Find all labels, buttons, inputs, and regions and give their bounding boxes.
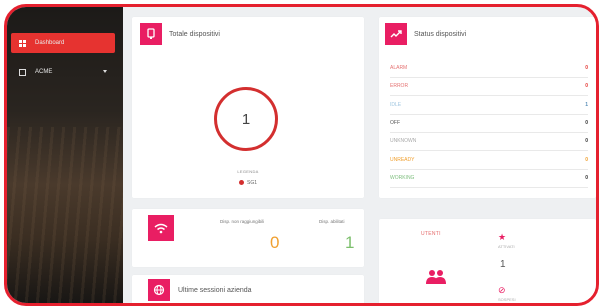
device-icon — [140, 23, 162, 45]
status-row-off: OFF 0 — [390, 114, 588, 133]
users-title: UTENTI — [421, 231, 441, 237]
devices-count-circle: 1 — [214, 87, 278, 151]
legend-item-label: SG1 — [246, 180, 257, 186]
active-users-value: 1 — [500, 259, 506, 270]
status-row-working: WORKING 0 — [390, 169, 588, 188]
status-label: IDLE — [390, 101, 402, 108]
sidebar-item-label: Dashboard — [35, 40, 65, 46]
devices-count: 1 — [241, 110, 251, 128]
status-label: OFF — [390, 119, 400, 126]
users-card: UTENTI ★ ATTIVATI 1 ⊘ SOSPESI — [379, 219, 596, 303]
status-row-alarm: ALARM 0 — [390, 59, 588, 78]
status-row-unready: UNREADY 0 — [390, 151, 588, 170]
status-row-idle: IDLE 1 — [390, 96, 588, 115]
sidebar-item-label: ACME — [35, 69, 53, 75]
chevron-down-icon — [103, 70, 107, 73]
status-value: 1 — [585, 101, 588, 108]
enabled-label: Disp. abilitati — [319, 219, 345, 224]
card-title: Ultime sessioni azienda — [178, 287, 252, 294]
active-users-label: ATTIVATI — [498, 244, 515, 249]
status-value: 0 — [585, 138, 588, 145]
building-icon — [19, 68, 26, 76]
total-devices-card: Totale dispositivi 1 LEGENDA SG1 — [132, 17, 364, 198]
status-value: 0 — [585, 65, 588, 71]
card-title: Totale dispositivi — [169, 31, 220, 38]
unreachable-value: 0 — [270, 233, 280, 252]
sidebar-item-acme[interactable]: ACME — [11, 62, 115, 82]
users-icon — [426, 270, 446, 284]
trending-up-icon — [385, 23, 407, 45]
star-icon: ★ — [498, 232, 507, 242]
disabled-users-label: SOSPESI — [498, 297, 516, 302]
app-frame: Dashboard ACME Totale dispositivi 1 LEGE… — [4, 4, 599, 306]
sessions-card: Ultime sessioni azienda — [132, 275, 364, 303]
sidebar-item-dashboard[interactable]: Dashboard — [11, 33, 115, 53]
sidebar: Dashboard ACME — [7, 7, 123, 303]
card-title: Status dispositivi — [414, 31, 467, 38]
status-value: 0 — [585, 174, 588, 181]
status-devices-card: Status dispositivi ALARM 0 ERROR 0 IDLE 1 OFF 0… — [379, 17, 596, 198]
status-row-unknown: UNKNOWN 0 — [390, 132, 588, 152]
status-row-error: ERROR 0 — [390, 77, 588, 97]
status-label: ALARM — [390, 65, 408, 71]
legend-dot — [238, 180, 244, 186]
block-icon: ⊘ — [498, 285, 506, 295]
status-label: UNREADY — [390, 156, 415, 163]
status-value: 0 — [585, 83, 588, 90]
status-label: UNKNOWN — [390, 138, 417, 145]
status-label: ERROR — [390, 83, 409, 90]
legend-title: LEGENDA — [237, 169, 259, 174]
status-label: WORKING — [390, 174, 415, 181]
enabled-value: 1 — [345, 233, 355, 252]
legend-item[interactable]: SG1 — [132, 180, 364, 186]
connectivity-card: Disp. non raggiungibili 0 Disp. abilitat… — [132, 209, 364, 267]
status-value: 0 — [585, 119, 588, 126]
unreachable-label: Disp. non raggiungibili — [220, 219, 265, 224]
status-value: 0 — [585, 156, 588, 163]
dashboard-icon — [19, 39, 26, 47]
globe-icon — [148, 279, 170, 301]
wifi-icon — [148, 215, 174, 241]
